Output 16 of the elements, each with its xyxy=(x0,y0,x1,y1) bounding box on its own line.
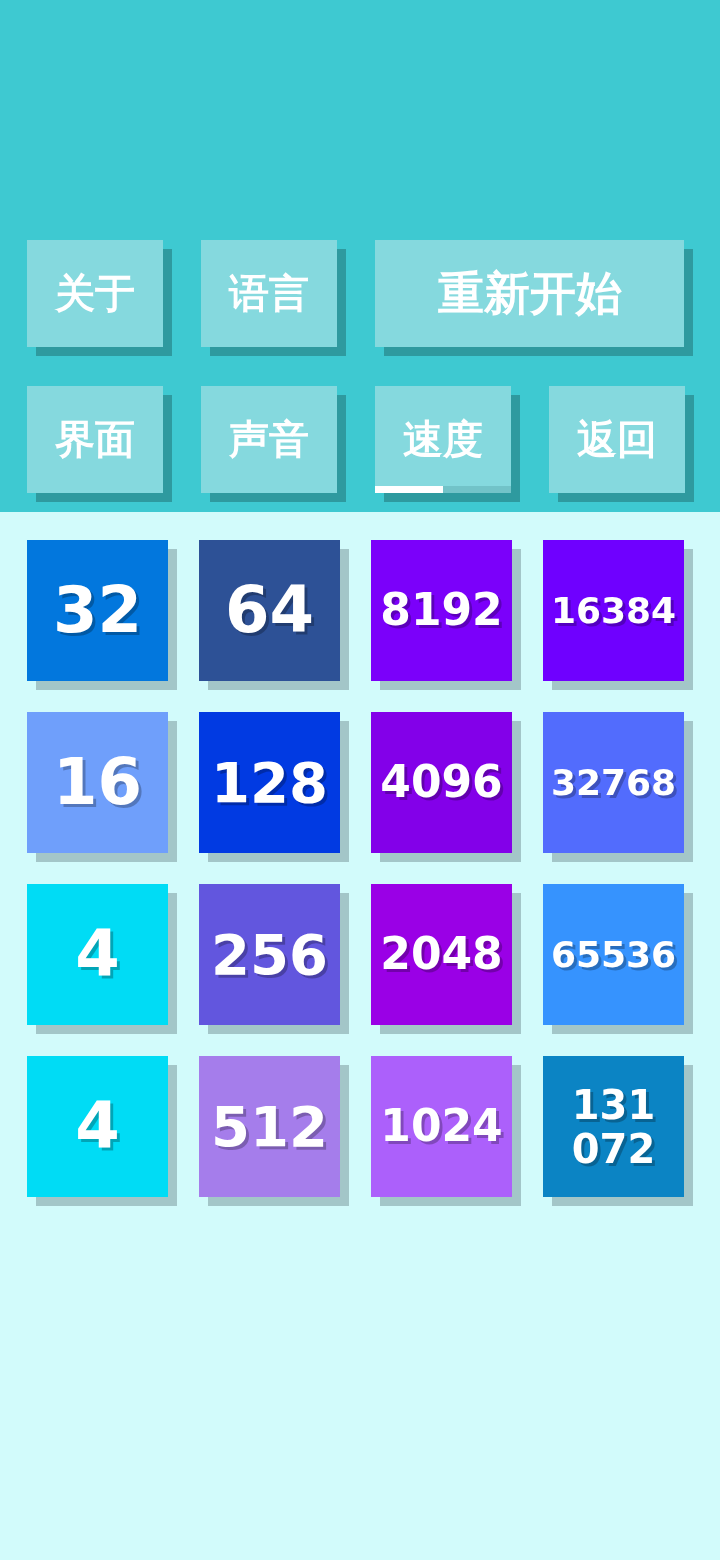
tile-number: 1024 xyxy=(380,1102,503,1151)
tile-number: 65536 xyxy=(550,934,677,975)
tile-number: 4 xyxy=(75,1091,120,1162)
tile-number: 2048 xyxy=(380,930,503,979)
tile-number: 256 xyxy=(211,923,328,986)
tile-number: 131072 xyxy=(571,1082,656,1171)
tile-number: 8192 xyxy=(380,586,503,635)
tile-number: 512 xyxy=(211,1095,328,1158)
tile-number: 128 xyxy=(211,751,328,814)
tile-number: 64 xyxy=(224,575,315,646)
tile-number: 32768 xyxy=(550,762,677,803)
tile-number: 32 xyxy=(52,575,143,646)
tile-number: 4096 xyxy=(380,758,503,807)
tile-number: 16 xyxy=(52,747,143,818)
tile-number: 16384 xyxy=(550,590,677,631)
tile-number: 4 xyxy=(75,919,120,990)
